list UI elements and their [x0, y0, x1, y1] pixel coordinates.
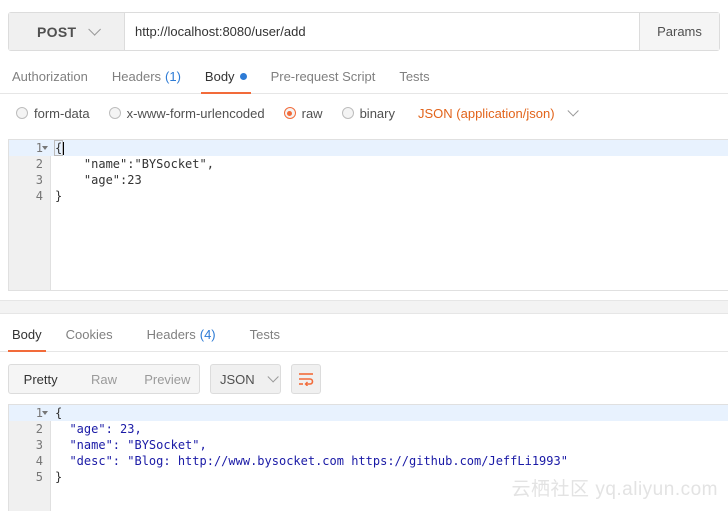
radio-form-data[interactable]: form-data: [16, 106, 90, 121]
tab-headers[interactable]: Headers (1): [100, 60, 193, 93]
view-raw-button[interactable]: Raw: [72, 365, 135, 393]
response-format-select[interactable]: JSON: [210, 364, 281, 394]
radio-icon: [108, 107, 121, 119]
radio-icon: [341, 107, 354, 119]
view-mode-toggle: Pretty Raw Preview: [8, 364, 200, 394]
code-line: 2 "age": 23,: [35, 422, 142, 436]
radio-raw[interactable]: raw: [283, 106, 323, 121]
radio-binary[interactable]: binary: [341, 106, 395, 121]
tab-pre-request-script[interactable]: Pre-request Script: [259, 60, 388, 93]
request-body-editor[interactable]: 1 { 2 "name":"BYSocket", 3 "age":23 4 }: [8, 139, 728, 291]
code-line: 1 {: [9, 405, 728, 421]
code-line: 4 }: [35, 189, 63, 203]
wrap-lines-button[interactable]: [291, 364, 321, 394]
chevron-down-icon: [88, 23, 102, 36]
code-line: 2 "name":"BYSocket",: [35, 157, 214, 171]
method-select[interactable]: POST: [9, 13, 125, 50]
tab-cookies[interactable]: Cookies: [54, 318, 125, 351]
watermark: 云栖社区 yq.aliyun.com: [511, 479, 718, 500]
headers-count: (1): [165, 69, 181, 84]
url-input[interactable]: http://localhost:8080/user/add: [125, 13, 639, 50]
request-tabs: Authorization Headers (1) Body Pre-reques…: [0, 60, 728, 94]
wrap-lines-icon: [299, 373, 314, 386]
tab-response-body[interactable]: Body: [0, 318, 54, 352]
content-type-select[interactable]: JSON (application/json): [418, 105, 579, 121]
request-bar: POST http://localhost:8080/user/add Para…: [8, 12, 720, 51]
radio-selected-icon: [283, 107, 296, 119]
modified-dot-icon: [239, 73, 247, 80]
radio-icon: [16, 107, 28, 119]
view-pretty-button[interactable]: Pretty: [9, 365, 72, 393]
code-line: 4 "desc": "Blog: http://www.bysocket.com…: [35, 454, 568, 468]
pane-divider[interactable]: [0, 300, 728, 314]
view-preview-button[interactable]: Preview: [136, 365, 199, 393]
code-line: 3 "age":23: [35, 173, 142, 187]
chevron-down-icon: [267, 371, 279, 383]
fold-arrow-icon[interactable]: [42, 411, 48, 415]
code-line: 3 "name": "BYSocket",: [35, 438, 207, 452]
tab-body[interactable]: Body: [193, 60, 259, 94]
params-button[interactable]: Params: [639, 13, 719, 50]
chevron-down-icon: [567, 105, 579, 117]
headers-count: (4): [199, 327, 216, 342]
code-line: 1 {: [9, 140, 728, 156]
tab-authorization[interactable]: Authorization: [0, 60, 100, 93]
text-cursor: [63, 142, 65, 155]
tab-tests[interactable]: Tests: [387, 60, 441, 93]
tab-response-tests[interactable]: Tests: [238, 318, 292, 351]
fold-arrow-icon[interactable]: [42, 146, 48, 150]
response-tabs: Body Cookies Headers (4) Tests: [0, 318, 728, 352]
method-label: POST: [37, 23, 77, 40]
body-type-selector: form-data x-www-form-urlencoded raw bina…: [0, 96, 728, 130]
tab-response-headers[interactable]: Headers (4): [125, 318, 238, 351]
radio-x-www-form-urlencoded[interactable]: x-www-form-urlencoded: [108, 106, 265, 121]
